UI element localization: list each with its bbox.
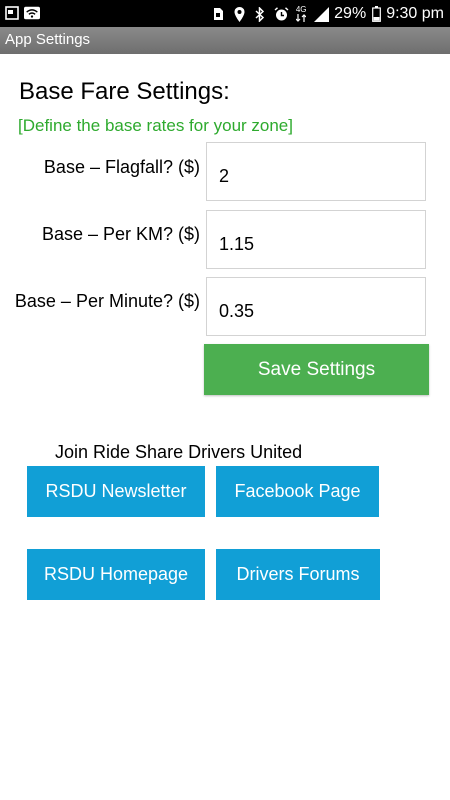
section-hint: [Define the base rates for your zone] [18, 116, 293, 135]
status-bar: 4G 29% 9:30 pm [0, 0, 450, 27]
status-bar-left [4, 4, 40, 22]
page-title: Base Fare Settings: [19, 78, 230, 105]
save-settings-button[interactable]: Save Settings [204, 344, 429, 395]
signal-icon [313, 5, 329, 23]
per-minute-input[interactable] [206, 277, 426, 336]
rsdu-newsletter-button[interactable]: RSDU Newsletter [27, 466, 205, 517]
sim-icon [210, 5, 226, 23]
bluetooth-icon [252, 5, 268, 23]
battery-icon [371, 5, 381, 23]
wifi-icon [24, 4, 40, 22]
per-km-label: Base – Per KM? ($) [41, 224, 200, 244]
screenshot-icon [4, 4, 20, 22]
network-type-label: 4G [295, 5, 307, 14]
facebook-page-button[interactable]: Facebook Page [216, 466, 379, 517]
per-minute-label: Base – Per Minute? ($) [14, 291, 200, 311]
join-heading: Join Ride Share Drivers United [55, 442, 303, 462]
per-km-input[interactable] [206, 210, 426, 269]
app-bar: App Settings [0, 27, 450, 54]
status-bar-right: 4G 29% 9:30 pm [210, 2, 444, 26]
network-icon: 4G [294, 5, 308, 23]
flagfall-input[interactable] [206, 142, 426, 201]
flagfall-label: Base – Flagfall? ($) [43, 157, 200, 177]
clock: 9:30 pm [386, 5, 444, 22]
battery-percent: 29% [334, 5, 367, 22]
drivers-forums-button[interactable]: Drivers Forums [216, 549, 380, 600]
rsdu-homepage-button[interactable]: RSDU Homepage [27, 549, 205, 600]
alarm-icon [273, 5, 289, 23]
location-icon [231, 5, 247, 23]
app-bar-title: App Settings [5, 31, 91, 48]
